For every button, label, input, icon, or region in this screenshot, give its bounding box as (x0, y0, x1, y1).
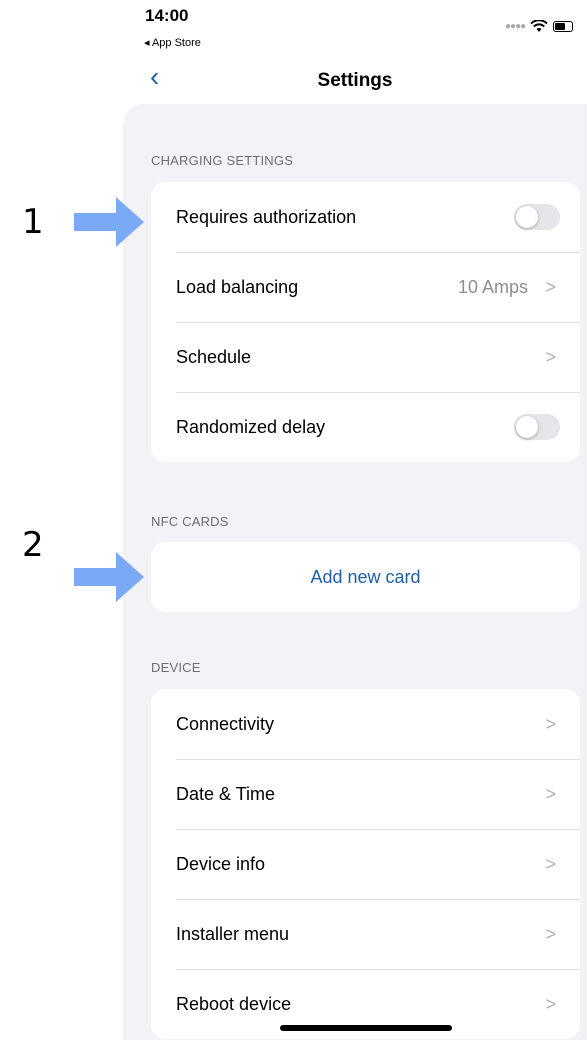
toggle-knob (516, 206, 538, 228)
add-new-card-label: Add new card (310, 566, 421, 587)
home-indicator (280, 1025, 452, 1031)
device-card: Connectivity > Date & Time > Device info… (151, 689, 580, 1039)
callout-number-1: 1 (22, 202, 44, 242)
section-label-nfc: NFC CARDS (151, 514, 229, 529)
row-label: Device info (176, 853, 266, 874)
row-label: Installer menu (176, 923, 290, 944)
nfc-cards-card: Add new card (151, 542, 580, 612)
row-label: Connectivity (176, 713, 275, 734)
row-requires-authorization[interactable]: Requires authorization (151, 182, 580, 252)
chevron-right-icon: > (545, 993, 556, 1014)
row-label: Requires authorization (176, 206, 357, 227)
wifi-icon (530, 20, 548, 32)
status-icons: ●●●● (505, 20, 574, 33)
charging-settings-card: Requires authorization Load balancing 10… (151, 182, 580, 462)
chevron-right-icon: > (545, 923, 556, 944)
settings-content[interactable]: CHARGING SETTINGS Requires authorization… (123, 104, 587, 1040)
chevron-right-icon: > (545, 713, 556, 734)
signal-icon: ●●●● (505, 21, 526, 32)
section-label-device: DEVICE (151, 660, 201, 675)
row-schedule[interactable]: Schedule > (151, 322, 580, 392)
toggle-knob (516, 416, 538, 438)
nav-bar: ‹ Settings (123, 60, 587, 100)
row-label: Load balancing (176, 276, 299, 297)
callout-arrow-1-icon (74, 197, 144, 247)
chevron-right-icon: > (545, 853, 556, 874)
row-load-balancing[interactable]: Load balancing 10 Amps > (151, 252, 580, 322)
load-balancing-value: 10 Amps (457, 276, 528, 297)
chevron-right-icon: > (545, 276, 556, 297)
callout-arrow-2-icon (74, 552, 144, 602)
section-label-charging: CHARGING SETTINGS (151, 153, 294, 168)
back-to-app-store-link[interactable]: ◂ App Store (144, 36, 201, 49)
requires-authorization-toggle[interactable] (514, 204, 560, 230)
add-new-card-button[interactable]: Add new card (151, 542, 580, 612)
row-installer-menu[interactable]: Installer menu > (151, 899, 580, 969)
row-device-info[interactable]: Device info > (151, 829, 580, 899)
row-label: Date & Time (176, 783, 276, 804)
callout-number-2: 2 (22, 525, 44, 565)
row-connectivity[interactable]: Connectivity > (151, 689, 580, 759)
randomized-delay-toggle[interactable] (514, 414, 560, 440)
row-label: Schedule (176, 346, 252, 367)
row-date-time[interactable]: Date & Time > (151, 759, 580, 829)
row-randomized-delay[interactable]: Randomized delay (151, 392, 580, 462)
row-label: Randomized delay (176, 416, 326, 437)
chevron-right-icon: > (545, 346, 556, 367)
row-label: Reboot device (176, 993, 292, 1014)
page-title: Settings (317, 70, 393, 91)
chevron-right-icon: > (545, 783, 556, 804)
status-time: 14:00 (145, 6, 189, 25)
battery-icon (553, 21, 574, 32)
